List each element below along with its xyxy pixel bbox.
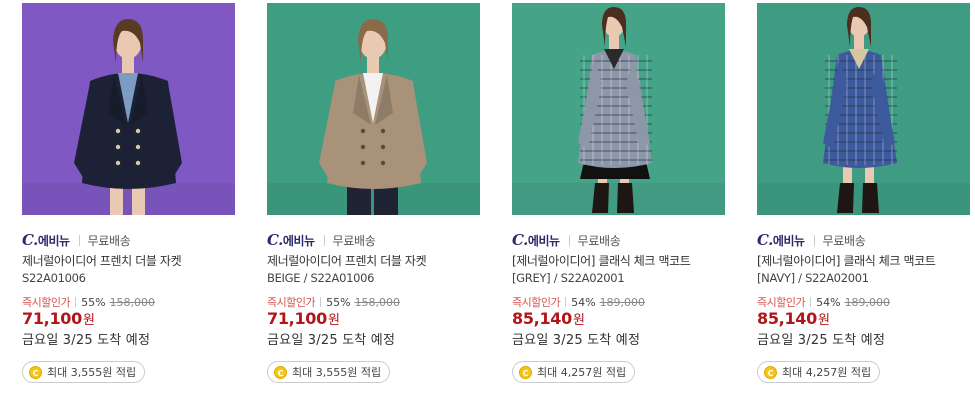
price-row: 71,100원 bbox=[22, 309, 95, 328]
brand-logo[interactable]: C.에비뉴 bbox=[267, 231, 315, 249]
discount-row: 즉시할인가 55% 158,000 bbox=[267, 294, 400, 310]
divider bbox=[565, 297, 567, 307]
price-row: 85,140원 bbox=[512, 309, 585, 328]
currency-unit: 원 bbox=[572, 313, 585, 328]
delivery-eta: 금요일 3/25 도착 예정 bbox=[757, 333, 886, 348]
discount-label: 즉시할인가 bbox=[22, 296, 71, 309]
product-image[interactable] bbox=[512, 3, 725, 215]
sale-price: 71,100 bbox=[22, 309, 82, 328]
product-code: BEIGE / S22A01006 bbox=[267, 271, 375, 285]
original-price: 189,000 bbox=[844, 295, 891, 309]
model-photo bbox=[267, 3, 480, 215]
product-image[interactable] bbox=[267, 3, 480, 215]
model-photo bbox=[22, 3, 235, 215]
brand-logo[interactable]: C.에비뉴 bbox=[22, 231, 70, 249]
product-name[interactable]: 제너럴아이디어 프렌치 더블 자켓 bbox=[22, 253, 237, 269]
discount-rate: 55% bbox=[326, 295, 351, 309]
currency-unit: 원 bbox=[817, 313, 830, 328]
points-text: 최대 4,257원 적립 bbox=[782, 366, 872, 379]
product-card[interactable]: C.에비뉴 무료배송 [제너럴아이디어] 클래식 체크 맥코트 [GREY] /… bbox=[512, 0, 727, 414]
product-code: [GREY] / S22A02001 bbox=[512, 271, 625, 285]
price-row: 85,140원 bbox=[757, 309, 830, 328]
points-text: 최대 3,555원 적립 bbox=[47, 366, 137, 379]
divider bbox=[78, 234, 80, 246]
currency-unit: 원 bbox=[327, 313, 340, 328]
divider bbox=[75, 297, 77, 307]
product-grid: C.에비뉴 무료배송 제너럴아이디어 프렌치 더블 자켓 S22A01006 즉… bbox=[0, 0, 975, 414]
product-card[interactable]: C.에비뉴 무료배송 제너럴아이디어 프렌치 더블 자켓 S22A01006 즉… bbox=[22, 0, 237, 414]
product-code: [NAVY] / S22A02001 bbox=[757, 271, 869, 285]
discount-label: 즉시할인가 bbox=[267, 296, 316, 309]
delivery-eta: 금요일 3/25 도착 예정 bbox=[267, 333, 396, 348]
shipping-label: 무료배송 bbox=[332, 233, 376, 248]
discount-label: 즉시할인가 bbox=[757, 296, 806, 309]
brand-logo[interactable]: C.에비뉴 bbox=[757, 231, 805, 249]
points-text: 최대 4,257원 적립 bbox=[537, 366, 627, 379]
coin-icon: C bbox=[274, 365, 287, 379]
original-price: 158,000 bbox=[354, 295, 401, 309]
model-photo bbox=[512, 3, 725, 215]
sale-price: 71,100 bbox=[267, 309, 327, 328]
points-badge: C 최대 4,257원 적립 bbox=[757, 361, 881, 383]
product-image[interactable] bbox=[757, 3, 970, 215]
divider bbox=[568, 234, 570, 246]
points-text: 최대 3,555원 적립 bbox=[292, 366, 382, 379]
divider bbox=[810, 297, 812, 307]
original-price: 189,000 bbox=[599, 295, 646, 309]
discount-rate: 55% bbox=[81, 295, 106, 309]
product-name[interactable]: [제너럴아이디어] 클래식 체크 맥코트 bbox=[512, 253, 727, 269]
points-badge: C 최대 3,555원 적립 bbox=[22, 361, 146, 383]
brand-row: C.에비뉴 무료배송 bbox=[512, 231, 621, 249]
discount-label: 즉시할인가 bbox=[512, 296, 561, 309]
original-price: 158,000 bbox=[109, 295, 156, 309]
divider bbox=[323, 234, 325, 246]
sale-price: 85,140 bbox=[512, 309, 572, 328]
product-name[interactable]: 제너럴아이디어 프렌치 더블 자켓 bbox=[267, 253, 482, 269]
product-code: S22A01006 bbox=[22, 271, 86, 285]
price-row: 71,100원 bbox=[267, 309, 340, 328]
divider bbox=[813, 234, 815, 246]
brand-row: C.에비뉴 무료배송 bbox=[22, 231, 131, 249]
delivery-eta: 금요일 3/25 도착 예정 bbox=[512, 333, 641, 348]
product-card[interactable]: C.에비뉴 무료배송 제너럴아이디어 프렌치 더블 자켓 BEIGE / S22… bbox=[267, 0, 482, 414]
divider bbox=[320, 297, 322, 307]
coin-icon: C bbox=[519, 365, 532, 379]
discount-row: 즉시할인가 54% 189,000 bbox=[757, 294, 890, 310]
brand-row: C.에비뉴 무료배송 bbox=[267, 231, 376, 249]
delivery-eta: 금요일 3/25 도착 예정 bbox=[22, 333, 151, 348]
discount-rate: 54% bbox=[571, 295, 596, 309]
coin-icon: C bbox=[29, 365, 42, 379]
shipping-label: 무료배송 bbox=[822, 233, 866, 248]
points-badge: C 최대 3,555원 적립 bbox=[267, 361, 391, 383]
product-name[interactable]: [제너럴아이디어] 클래식 체크 맥코트 bbox=[757, 253, 972, 269]
product-image[interactable] bbox=[22, 3, 235, 215]
discount-rate: 54% bbox=[816, 295, 841, 309]
discount-row: 즉시할인가 55% 158,000 bbox=[22, 294, 155, 310]
product-card[interactable]: C.에비뉴 무료배송 [제너럴아이디어] 클래식 체크 맥코트 [NAVY] /… bbox=[757, 0, 972, 414]
shipping-label: 무료배송 bbox=[87, 233, 131, 248]
points-badge: C 최대 4,257원 적립 bbox=[512, 361, 636, 383]
sale-price: 85,140 bbox=[757, 309, 817, 328]
currency-unit: 원 bbox=[82, 313, 95, 328]
brand-row: C.에비뉴 무료배송 bbox=[757, 231, 866, 249]
discount-row: 즉시할인가 54% 189,000 bbox=[512, 294, 645, 310]
model-photo bbox=[757, 3, 970, 215]
shipping-label: 무료배송 bbox=[577, 233, 621, 248]
brand-logo[interactable]: C.에비뉴 bbox=[512, 231, 560, 249]
coin-icon: C bbox=[764, 365, 777, 379]
